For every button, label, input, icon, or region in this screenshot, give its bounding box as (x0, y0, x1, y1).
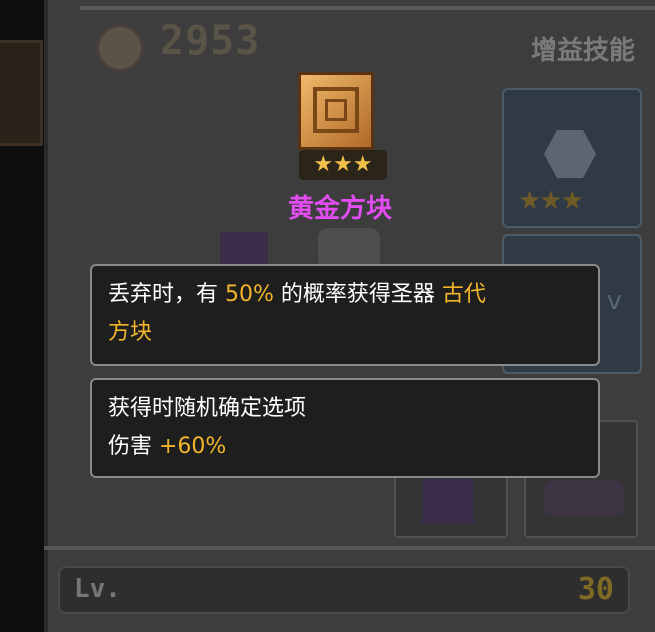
item-thumbnail (422, 478, 474, 524)
skill-slot-1[interactable]: ★★★ (502, 88, 642, 228)
stat-description: 获得时随机确定选项 (108, 396, 307, 421)
stat-tooltip: 获得时随机确定选项 伤害 +60% (90, 378, 600, 478)
item-name: 黄金方块 (287, 194, 392, 224)
effect-prefix: 丢弃时，有 (108, 282, 225, 307)
level-label: Lv. (74, 574, 121, 604)
panel-divider (44, 546, 655, 550)
golden-cube-icon (298, 72, 374, 150)
effect-tooltip: 丢弃时，有 50% 的概率获得圣器 古代 方块 (90, 264, 600, 366)
relic-name-part2: 方块 (108, 320, 153, 345)
level-bar: Lv. 30 (58, 566, 630, 614)
level-value: 30 (577, 572, 614, 607)
skills-title: 增益技能 (530, 36, 635, 66)
stat-value: +60% (159, 434, 227, 459)
item-thumbnail (544, 480, 624, 516)
side-slot (0, 40, 43, 146)
item-stars: ★★★ (299, 150, 387, 180)
left-edge-panel (0, 0, 44, 632)
coin-count: 2953 (160, 18, 261, 64)
stat-label: 伤害 (108, 434, 159, 459)
panel-top-border (80, 6, 655, 10)
effect-chance: 50% (225, 282, 274, 307)
skill-mark: v (606, 286, 622, 316)
skill-stars: ★★★ (518, 186, 584, 216)
relic-name-part1: 古代 (441, 282, 486, 307)
lightning-shield-icon (544, 130, 596, 178)
effect-middle: 的概率获得圣器 (273, 282, 442, 307)
coin-icon (96, 24, 144, 72)
